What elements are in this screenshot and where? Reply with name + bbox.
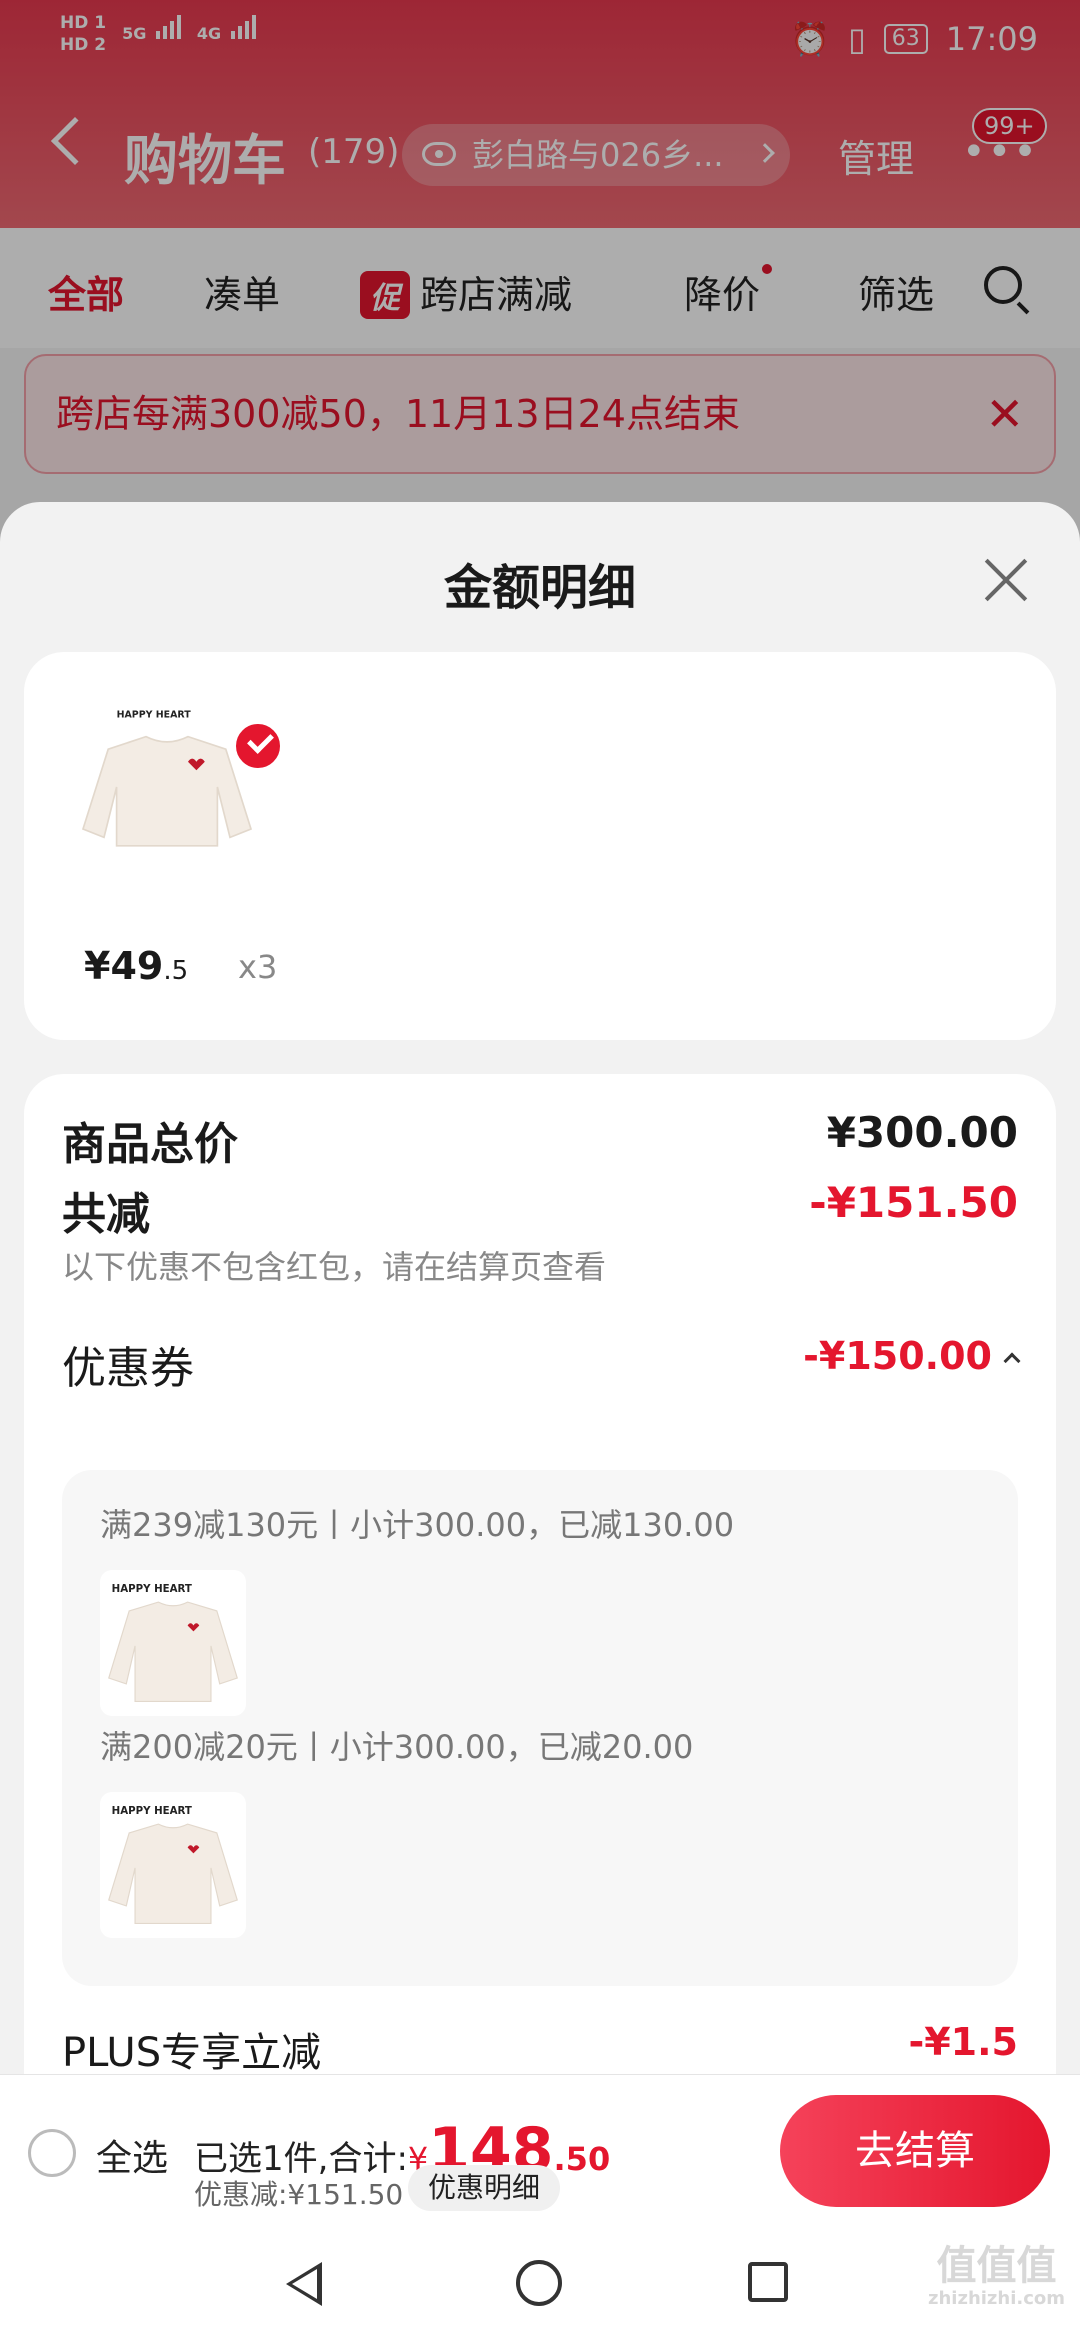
total-decimal: .50	[553, 2140, 611, 2178]
sweater-image: HAPPY HEART	[81, 710, 253, 847]
product-image[interactable]: HAPPY HEART	[62, 682, 272, 892]
watermark-sub: zhizhizhi.com	[928, 2288, 1066, 2309]
watermark-main: 值值值	[936, 2243, 1057, 2289]
coupon-value: -¥150.00	[803, 1334, 992, 1378]
sweater-image: HAPPY HEART	[108, 1806, 238, 1924]
system-nav-bar: 值值值 zhizhizhi.com	[0, 2224, 1080, 2340]
sheet-title: 金额明细	[443, 560, 636, 616]
coupon-detail-box: 满239减130元丨小计300.00，已减130.00 HAPPY HEART …	[62, 1470, 1018, 1986]
selected-check-icon[interactable]	[232, 720, 284, 772]
nav-home-icon[interactable]	[516, 2260, 562, 2306]
select-all-radio[interactable]	[28, 2129, 76, 2177]
sweater-image: HAPPY HEART	[108, 1584, 238, 1702]
nav-back-icon[interactable]	[286, 2262, 322, 2306]
coupon-toggle[interactable]: -¥150.00	[803, 1334, 1021, 1378]
selected-items-card: HAPPY HEART ¥49.5 x3	[24, 652, 1056, 1040]
coupon-label: 优惠券	[62, 1343, 194, 1394]
item-price-decimal: .5	[163, 956, 189, 986]
chevron-up-icon	[1003, 1352, 1021, 1370]
close-icon[interactable]	[978, 552, 1034, 608]
checkout-bar: 全选 已选1件,合计:¥148.50 优惠减:¥151.50 优惠明细 去结算	[0, 2074, 1080, 2224]
svg-text:HAPPY HEART: HAPPY HEART	[112, 1806, 192, 1817]
svg-text:HAPPY HEART: HAPPY HEART	[112, 1584, 192, 1595]
item-price-main: ¥49	[84, 944, 164, 988]
reduction-label: 共减	[62, 1189, 150, 1240]
item-quantity: x3	[238, 948, 278, 986]
discount-detail-button[interactable]: 优惠明细	[408, 2165, 561, 2211]
discount-summary: 优惠减:¥151.50	[194, 2178, 404, 2211]
coupon-product-thumb: HAPPY HEART	[100, 1792, 246, 1938]
watermark-logo: 值值值 zhizhizhi.com	[928, 2244, 1065, 2310]
select-all-label[interactable]: 全选	[96, 2129, 168, 2181]
nav-recents-icon[interactable]	[748, 2262, 788, 2302]
checkout-button[interactable]: 去结算	[780, 2095, 1050, 2207]
coupon-line-2: 满200减20元丨小计300.00，已减20.00	[100, 1728, 694, 1766]
total-price-label: 商品总价	[62, 1119, 238, 1170]
svg-text:HAPPY HEART: HAPPY HEART	[117, 710, 192, 721]
total-price-value: ¥300.00	[826, 1108, 1018, 1157]
amount-detail-sheet: 金额明细 HAPPY HEART ¥49.5 x3 商品总价 ¥300.00 共…	[0, 502, 1080, 2340]
plus-discount-label: PLUS专享立减	[62, 2030, 322, 2076]
coupon-product-thumb: HAPPY HEART	[100, 1570, 246, 1716]
coupon-line-1: 满239减130元丨小计300.00，已减130.00	[100, 1506, 735, 1544]
item-price: ¥49.5	[84, 944, 188, 988]
plus-discount-value: -¥1.5	[908, 2020, 1018, 2064]
reduction-note: 以下优惠不包含红包，请在结算页查看	[62, 1248, 607, 1286]
reduction-value: -¥151.50	[809, 1178, 1018, 1227]
